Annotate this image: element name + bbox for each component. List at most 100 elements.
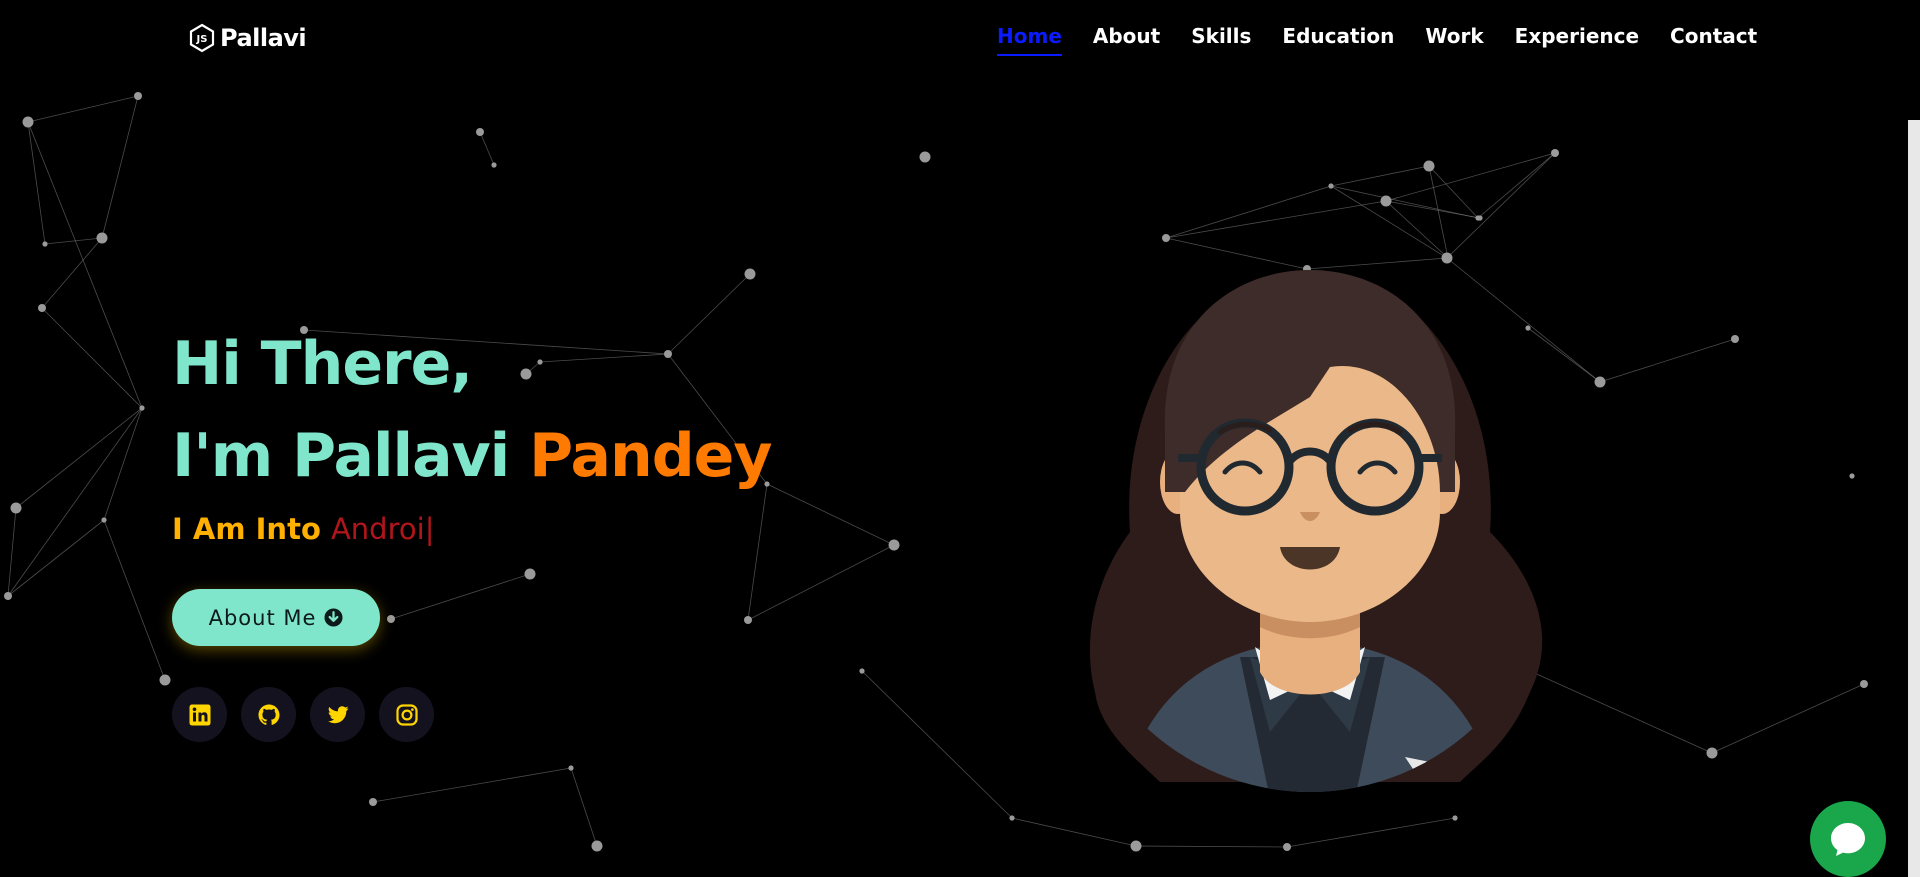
particle-link — [15, 407, 143, 509]
particle-link — [747, 544, 895, 621]
particle-dot — [524, 568, 536, 580]
particle-dot — [1380, 195, 1392, 207]
particle-link — [103, 407, 143, 521]
particle-dot — [591, 840, 603, 852]
particle-link — [1385, 152, 1556, 202]
particle-link — [103, 519, 166, 681]
github-link[interactable] — [241, 687, 296, 742]
particle-dot — [568, 765, 574, 771]
particle-dot — [96, 232, 108, 244]
nav-work[interactable]: Work — [1425, 24, 1483, 56]
particle-link — [1330, 165, 1430, 187]
typing-text: Androi — [330, 512, 425, 546]
particle-link — [7, 507, 17, 597]
nav-education[interactable]: Education — [1282, 24, 1394, 56]
particle-dot — [10, 502, 22, 514]
nav-home[interactable]: Home — [997, 24, 1062, 56]
typing-prefix: I Am Into — [172, 512, 331, 546]
particle-link — [1330, 185, 1479, 219]
scrollbar[interactable] — [1908, 120, 1920, 877]
js-hexagon-icon: JS — [189, 23, 215, 53]
nav-skills[interactable]: Skills — [1191, 24, 1251, 56]
particle-dot — [1423, 160, 1435, 172]
nav-about[interactable]: About — [1093, 24, 1160, 56]
particle-dot — [22, 116, 34, 128]
hero-intro: I'm Pallavi — [172, 421, 530, 491]
particle-link — [27, 121, 46, 245]
linkedin-link[interactable] — [172, 687, 227, 742]
particle-dot — [888, 539, 900, 551]
particle-dot — [1731, 335, 1739, 343]
linkedin-icon — [189, 704, 210, 725]
particle-dot — [1551, 149, 1559, 157]
particle-dot — [1328, 183, 1334, 189]
main-nav: Home About Skills Education Work Experie… — [997, 24, 1788, 56]
avatar-illustration — [1089, 270, 1543, 792]
particle-dot — [1162, 234, 1170, 242]
particle-dot — [919, 151, 931, 163]
particle-link — [101, 95, 139, 239]
particle-link — [1477, 152, 1556, 219]
hero-name: I'm Pallavi Pandey — [172, 410, 772, 502]
particle-dot — [859, 668, 865, 674]
particle-dot — [1009, 815, 1015, 821]
particle-link — [1711, 683, 1865, 754]
twitter-icon — [327, 705, 348, 723]
particle-link — [27, 121, 143, 409]
typing-cursor: | — [424, 512, 435, 546]
particle-link — [390, 573, 531, 620]
particle-dot — [1849, 473, 1855, 479]
particle-dot — [369, 798, 377, 806]
site-header: JS Pallavi Home About Skills Education W… — [0, 0, 1920, 80]
particle-dot — [744, 616, 752, 624]
particle-dot — [4, 592, 12, 600]
particle-link — [861, 670, 1013, 819]
arrow-circle-down-icon — [324, 608, 343, 627]
particle-dot — [744, 268, 756, 280]
chat-bubble-icon — [1831, 823, 1865, 856]
nav-contact[interactable]: Contact — [1670, 24, 1757, 56]
instagram-link[interactable] — [379, 687, 434, 742]
particle-dot — [101, 517, 107, 523]
brand-logo[interactable]: JS Pallavi — [188, 20, 307, 56]
particle-link — [1599, 338, 1736, 383]
particle-dot — [159, 674, 171, 686]
svg-text:JS: JS — [196, 34, 208, 45]
particle-link — [7, 519, 105, 597]
hero-text: Hi There, I'm Pallavi Pandey I Am Into A… — [172, 318, 772, 546]
particle-link — [1385, 200, 1481, 219]
particle-link — [372, 767, 572, 803]
particle-dot — [38, 304, 46, 312]
particle-dot — [42, 241, 48, 247]
nav-experience[interactable]: Experience — [1515, 24, 1639, 56]
hero-greeting: Hi There, — [172, 329, 473, 399]
particle-link — [1135, 845, 1288, 848]
particle-dot — [1860, 680, 1868, 688]
particle-link — [41, 307, 143, 409]
particle-link — [1165, 185, 1332, 239]
particle-link — [1286, 817, 1456, 848]
particle-link — [1011, 817, 1137, 847]
particle-link — [1165, 200, 1387, 239]
twitter-link[interactable] — [310, 687, 365, 742]
particle-dot — [387, 615, 395, 623]
particle-dot — [491, 162, 497, 168]
particle-dot — [134, 92, 142, 100]
hero-surname: Pandey — [529, 421, 772, 491]
particle-dot — [1706, 747, 1718, 759]
brand-name: Pallavi — [220, 24, 307, 52]
particle-dot — [476, 128, 484, 136]
particle-dot — [1477, 215, 1483, 221]
particle-link — [479, 131, 495, 166]
about-me-label: About Me — [208, 605, 317, 630]
particle-link — [27, 95, 139, 123]
particle-dot — [1130, 840, 1142, 852]
particle-link — [44, 237, 103, 245]
chat-button[interactable] — [1810, 801, 1886, 877]
typing-line: I Am Into Androi| — [172, 512, 771, 546]
instagram-icon — [395, 703, 418, 726]
about-me-button[interactable]: About Me — [172, 589, 380, 646]
particle-dot — [1283, 843, 1291, 851]
github-icon — [258, 704, 279, 725]
particle-link — [41, 237, 103, 309]
